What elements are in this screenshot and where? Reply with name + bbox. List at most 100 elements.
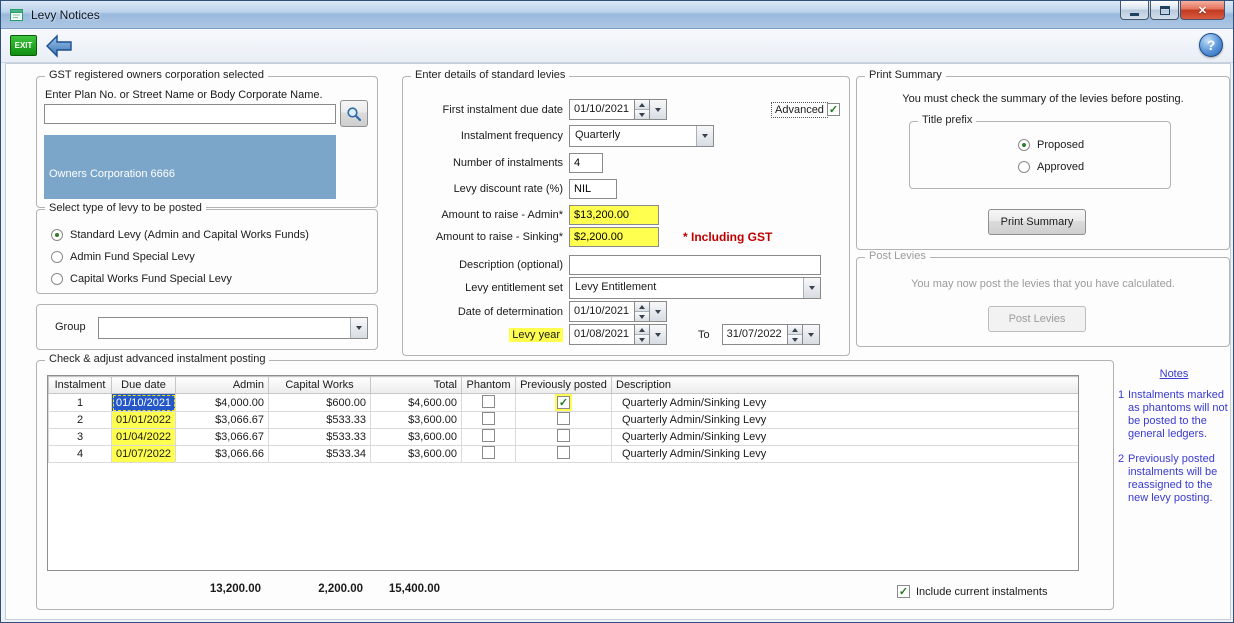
radio-standard-levy[interactable]: [51, 229, 63, 241]
spinner-up-icon[interactable]: [635, 302, 649, 311]
phantom-checkbox[interactable]: [482, 446, 495, 459]
description-input[interactable]: [569, 254, 821, 275]
date-spinner[interactable]: [635, 301, 650, 322]
spinner-down-icon[interactable]: [635, 311, 649, 321]
num-instalments-input[interactable]: [569, 152, 603, 173]
previously-posted-checkbox[interactable]: [557, 412, 570, 425]
cell-description: Quarterly Admin/Sinking Levy: [611, 445, 1078, 463]
date-spinner[interactable]: [787, 324, 803, 345]
calendar-dropdown-icon[interactable]: [802, 324, 820, 345]
phantom-checkbox[interactable]: [482, 394, 495, 408]
phantom-checkbox[interactable]: [482, 412, 495, 425]
chevron-down-icon[interactable]: [803, 277, 820, 298]
minimize-button[interactable]: [1120, 1, 1149, 20]
total-admin: 13,200.00: [209, 583, 261, 595]
date-value[interactable]: 01/08/2021: [569, 324, 635, 345]
cell-previously-posted: [515, 393, 612, 412]
previously-posted-checkbox[interactable]: [557, 429, 570, 442]
help-button[interactable]: ?: [1199, 33, 1223, 57]
cell-due-date[interactable]: 01/10/2021: [111, 393, 176, 412]
spinner-down-icon[interactable]: [787, 334, 802, 344]
levy-details-group: Enter details of standard levies First i…: [402, 69, 850, 356]
group-title: Enter details of standard levies: [411, 69, 570, 81]
print-summary-button[interactable]: Print Summary: [988, 209, 1086, 235]
levy-type-option-capital-special[interactable]: Capital Works Fund Special Levy: [51, 272, 232, 286]
group-select[interactable]: [98, 317, 368, 339]
frequency-select[interactable]: Quarterly: [569, 124, 714, 147]
radio-proposed[interactable]: [1018, 139, 1030, 151]
title-prefix-option-proposed[interactable]: Proposed: [1018, 138, 1084, 152]
levy-year-to-field[interactable]: 31/07/2022: [721, 324, 820, 345]
cell-due-date[interactable]: 01/07/2022: [111, 445, 176, 463]
col-previously-posted[interactable]: Previously posted: [515, 376, 612, 394]
selected-corporation-item[interactable]: Owners Corporation 6666 The Champions 45…: [44, 135, 336, 199]
table-row[interactable]: 1 01/10/2021 $4,000.00 $600.00 $4,600.00…: [48, 393, 1078, 412]
phantom-checkbox[interactable]: [482, 429, 495, 442]
corporation-search-input[interactable]: [44, 104, 336, 124]
radio-admin-special-levy[interactable]: [51, 251, 63, 263]
levy-type-option-admin-special[interactable]: Admin Fund Special Levy: [51, 250, 195, 264]
close-button[interactable]: ✕: [1180, 1, 1225, 20]
date-value[interactable]: 01/10/2021: [569, 99, 635, 120]
table-row[interactable]: 2 01/01/2022 $3,066.67 $533.33 $3,600.00…: [48, 411, 1078, 429]
cell-total: $4,600.00: [370, 393, 462, 412]
include-current-instalments[interactable]: Include current instalments: [897, 585, 1047, 598]
spinner-up-icon[interactable]: [635, 325, 649, 334]
table-row[interactable]: 3 01/04/2022 $3,066.67 $533.33 $3,600.00…: [48, 428, 1078, 446]
date-value[interactable]: 01/10/2021: [569, 301, 635, 322]
date-value[interactable]: 31/07/2022: [721, 324, 788, 345]
group-selector-box: Group: [36, 304, 378, 350]
search-button[interactable]: [340, 100, 368, 127]
col-instalment[interactable]: Instalment: [48, 376, 112, 394]
spinner-up-icon[interactable]: [635, 100, 649, 109]
chevron-down-icon[interactable]: [350, 318, 367, 338]
first-instalment-date-field[interactable]: 01/10/2021: [569, 99, 667, 120]
calendar-dropdown-icon[interactable]: [650, 324, 667, 345]
maximize-icon: [1159, 5, 1170, 15]
spinner-down-icon[interactable]: [635, 334, 649, 344]
previously-posted-checkbox[interactable]: [557, 446, 570, 459]
col-admin[interactable]: Admin: [175, 376, 269, 394]
num-instalments-label: Number of instalments: [452, 156, 563, 169]
levy-year-from-field[interactable]: 01/08/2021: [569, 324, 667, 345]
table-row[interactable]: 4 01/07/2022 $3,066.66 $533.34 $3,600.00…: [48, 445, 1078, 463]
advanced-label[interactable]: Advanced: [771, 101, 828, 118]
exit-button[interactable]: EXIT: [10, 35, 37, 56]
col-description[interactable]: Description: [611, 376, 1078, 394]
note-number: 1: [1118, 389, 1125, 401]
cell-due-date[interactable]: 01/01/2022: [111, 411, 176, 429]
calendar-dropdown-icon[interactable]: [650, 99, 667, 120]
notes-link[interactable]: Notes: [1118, 368, 1230, 381]
cell-due-date[interactable]: 01/04/2022: [111, 428, 176, 446]
col-capital-works[interactable]: Capital Works: [268, 376, 371, 394]
include-current-checkbox[interactable]: [897, 585, 910, 598]
entitlement-select[interactable]: Levy Entitlement: [569, 276, 821, 299]
window-title: Levy Notices: [31, 7, 100, 22]
chevron-down-icon[interactable]: [696, 125, 713, 146]
back-button[interactable]: [43, 32, 75, 60]
col-phantom[interactable]: Phantom: [461, 376, 516, 394]
sinking-amount-input[interactable]: [569, 226, 659, 247]
admin-amount-input[interactable]: [569, 204, 659, 225]
spinner-up-icon[interactable]: [787, 325, 802, 334]
determination-label: Date of determination: [457, 305, 563, 318]
determination-date-field[interactable]: 01/10/2021: [569, 301, 667, 322]
radio-capital-special-levy[interactable]: [51, 273, 63, 285]
cell-description: Quarterly Admin/Sinking Levy: [611, 411, 1078, 429]
date-spinner[interactable]: [635, 99, 650, 120]
previously-posted-checkbox[interactable]: [557, 396, 570, 409]
maximize-button[interactable]: [1150, 1, 1179, 20]
advanced-checkbox[interactable]: [827, 103, 840, 116]
col-due-date[interactable]: Due date: [111, 376, 176, 394]
calendar-dropdown-icon[interactable]: [650, 301, 667, 322]
group-label: Group: [55, 321, 86, 333]
radio-approved[interactable]: [1018, 161, 1030, 173]
col-total[interactable]: Total: [370, 376, 462, 394]
date-spinner[interactable]: [635, 324, 650, 345]
discount-rate-input[interactable]: [569, 178, 617, 199]
cell-description: Quarterly Admin/Sinking Levy: [611, 428, 1078, 446]
spinner-down-icon[interactable]: [635, 109, 649, 119]
title-prefix-option-approved[interactable]: Approved: [1018, 160, 1084, 174]
window-controls: ✕: [1119, 1, 1225, 20]
levy-type-option-standard[interactable]: Standard Levy (Admin and Capital Works F…: [51, 228, 309, 242]
